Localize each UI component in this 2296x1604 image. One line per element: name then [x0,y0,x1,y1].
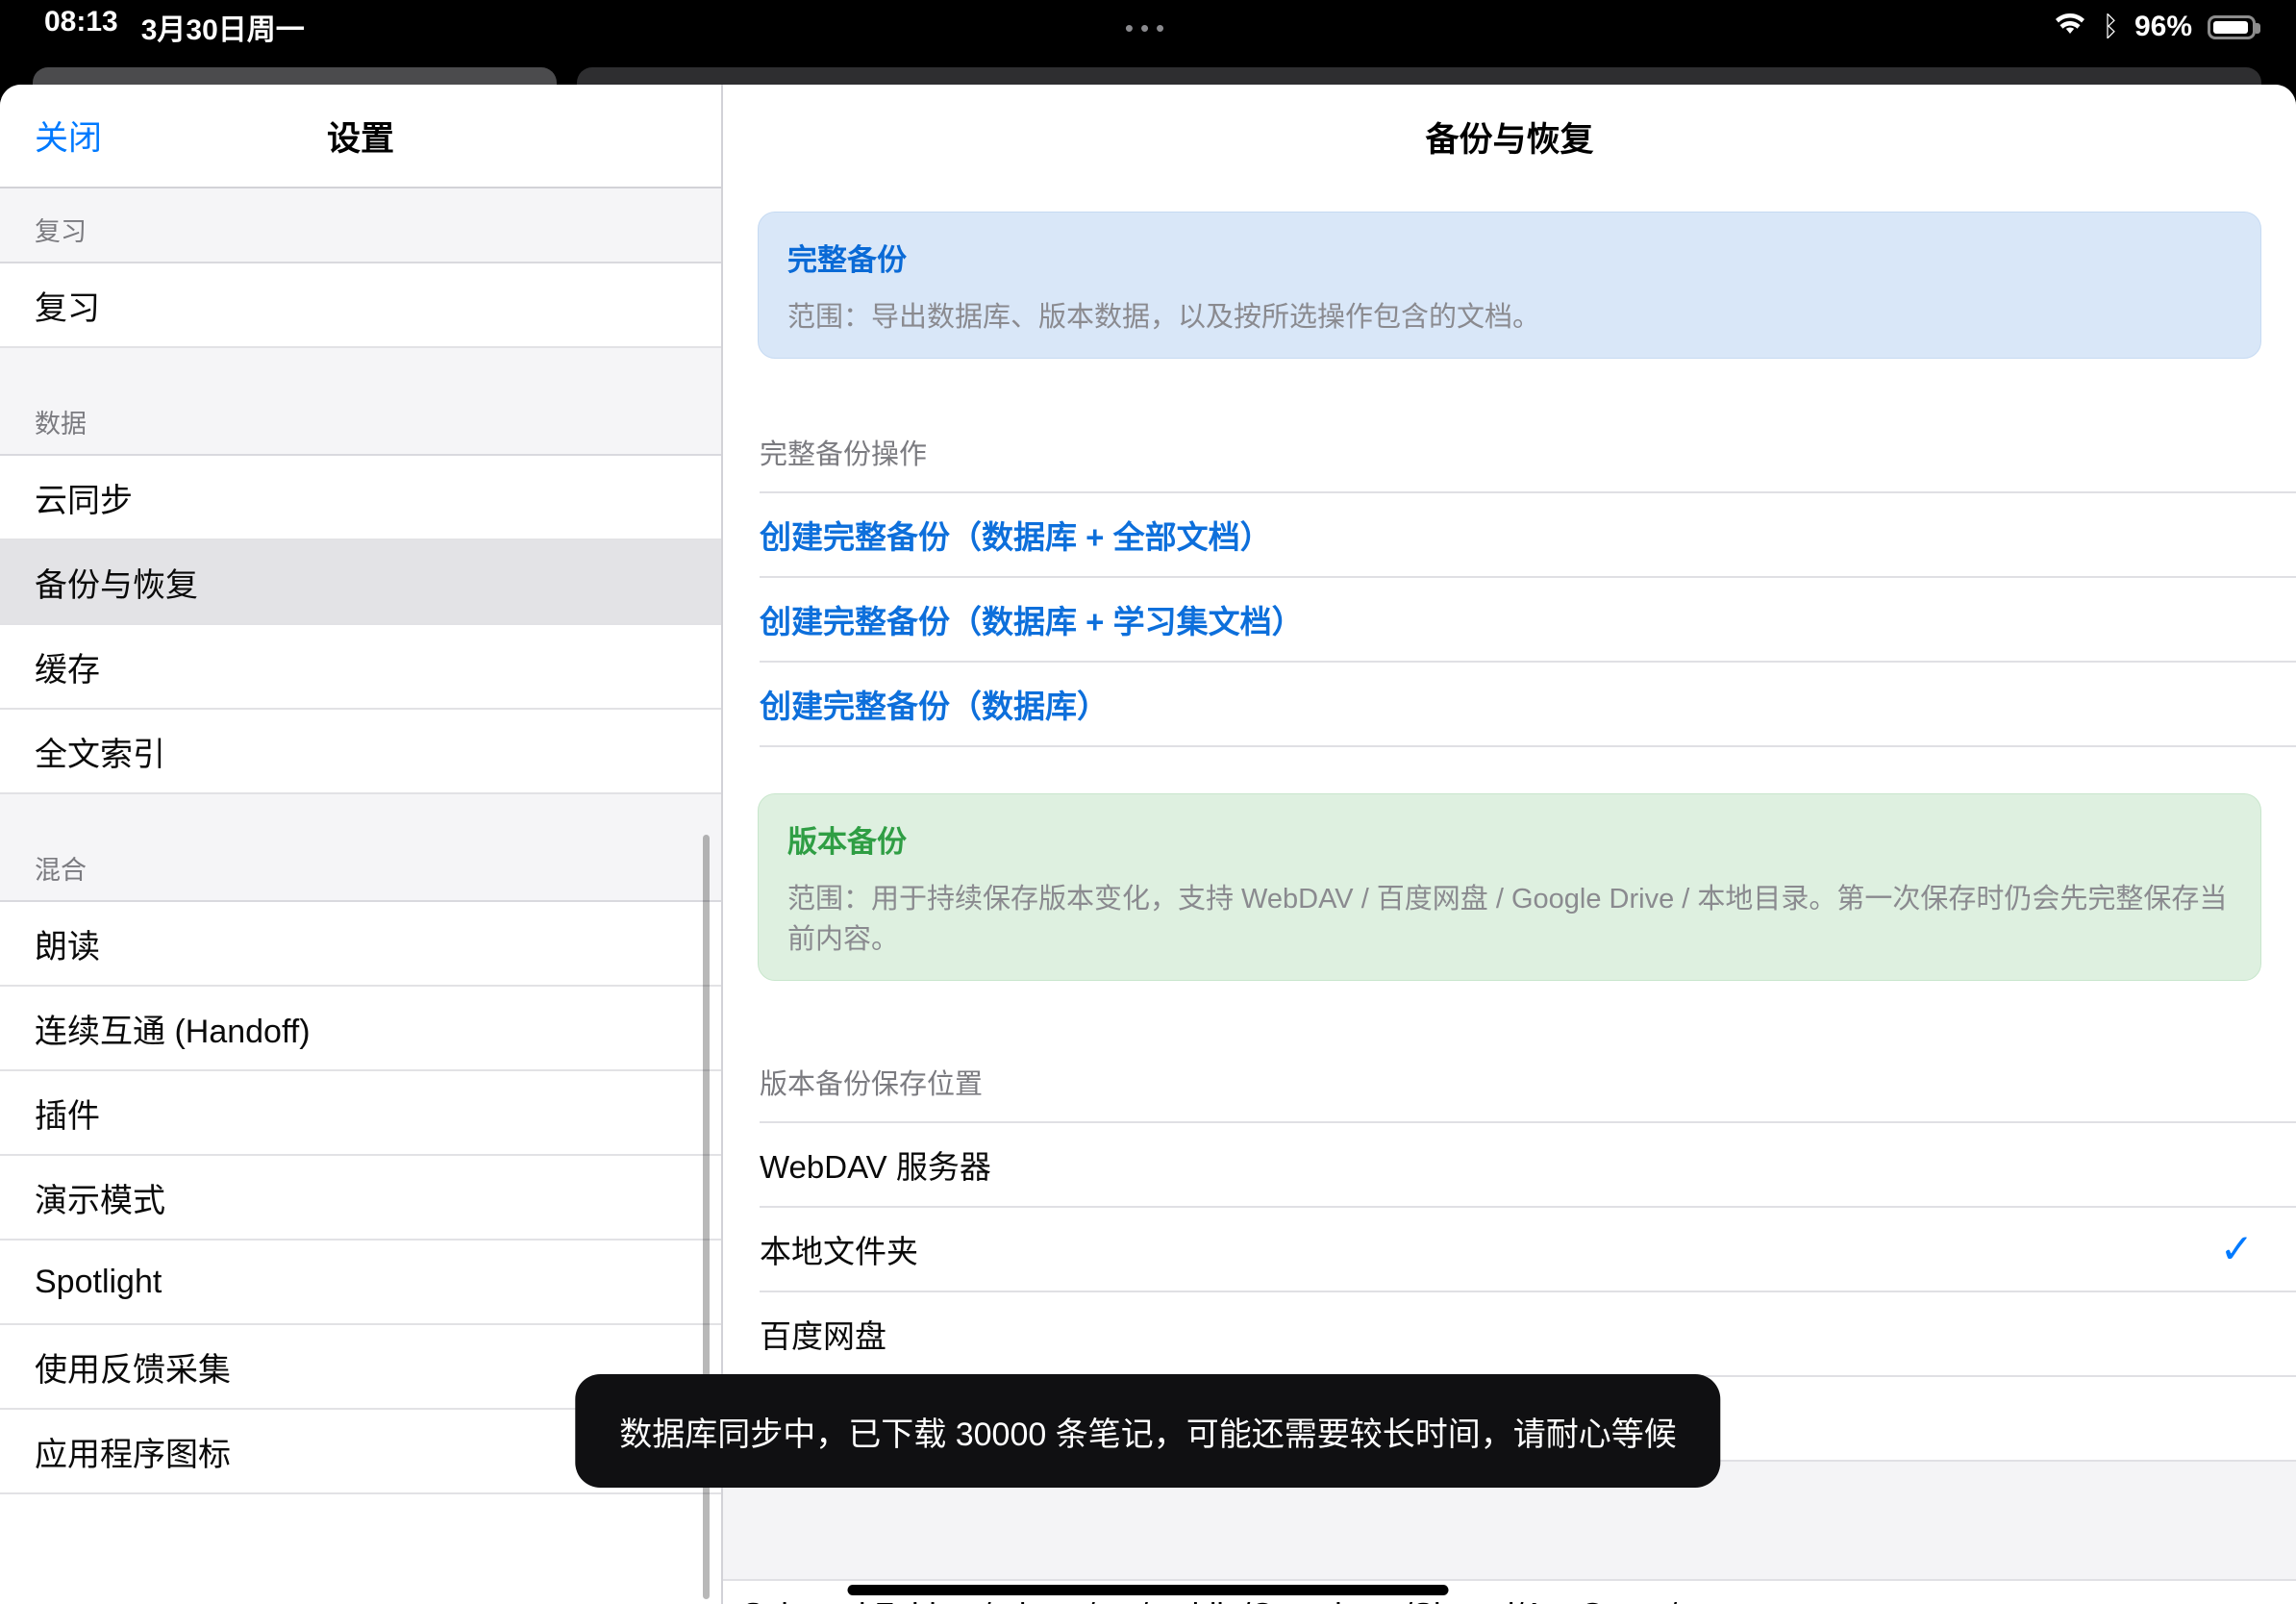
sidebar-group-header: 数据 [0,348,721,456]
sidebar-item-presentation-mode[interactable]: 演示模式 [0,1156,721,1241]
page-title: 备份与恢复 [1425,113,1593,162]
sidebar-groups: 复习复习数据云同步备份与恢复缓存全文索引混合朗读连续互通 (Handoff)插件… [0,188,721,1494]
battery-icon [2208,15,2256,39]
status-time: 08:13 [44,6,118,48]
sidebar-item-label: 演示模式 [35,1174,165,1221]
sidebar-item-label: 应用程序图标 [35,1428,231,1475]
sidebar-item-addons[interactable]: 插件 [0,1071,721,1156]
section-header-version-backup-location: 版本备份保存位置 [760,1062,2261,1102]
backup-location-label: WebDAV 服务器 [760,1141,991,1188]
sidebar-group-header: 混合 [0,794,721,902]
create-full-backup-db-only-button[interactable]: 创建完整备份（数据库） [760,663,2296,747]
backup-location-local-folder[interactable]: 本地文件夹 ✓ [760,1208,2296,1292]
sidebar-item-label: 朗读 [35,920,100,967]
full-backup-card-description: 范围：导出数据库、版本数据，以及按所选操作包含的文档。 [787,294,2232,335]
status-bar: 08:13 3月30日周一 ••• ᛒ 96% [0,0,2296,46]
sidebar-item-label: 全文索引 [35,728,165,775]
sync-progress-toast: 数据库同步中，已下载 30000 条笔记，可能还需要较长时间，请耐心等候 [575,1374,1720,1488]
panel-header: 备份与恢复 [723,85,2296,188]
sidebar-item-label: 使用反馈采集 [35,1343,231,1391]
sidebar-item-cloud-sync[interactable]: 云同步 [0,456,721,540]
sidebar-item-full-text-index[interactable]: 全文索引 [0,710,721,794]
status-date: 3月30日周一 [141,6,305,48]
full-backup-card-title: 完整备份 [787,236,2232,279]
section-header-full-backup-actions: 完整备份操作 [760,432,2261,472]
sidebar-header: 关闭 设置 [0,85,721,188]
wifi-icon [2053,11,2087,44]
status-left: 08:13 3月30日周一 [44,6,305,48]
sidebar-item-label: 缓存 [35,643,100,690]
settings-title: 设置 [327,112,394,161]
multitask-dots-icon[interactable]: ••• [1125,13,1171,43]
version-backup-card-description: 范围：用于持续保存版本变化，支持 WebDAV / 百度网盘 / Google … [787,876,2232,957]
sidebar-item-label: 备份与恢复 [35,559,198,606]
bluetooth-icon: ᛒ [2103,12,2119,43]
sidebar-item-label: 云同步 [35,474,133,521]
sidebar-item-spotlight[interactable]: Spotlight [0,1241,721,1325]
sidebar-item-label: 连续互通 (Handoff) [35,1005,311,1052]
backup-location-label: 本地文件夹 [760,1226,918,1272]
sidebar-item-handoff[interactable]: 连续互通 (Handoff) [0,987,721,1071]
sidebar-item-review[interactable]: 复习 [0,263,721,348]
sidebar-group-header: 复习 [0,188,721,263]
status-right: ᛒ 96% [2053,11,2256,44]
sidebar-item-backup-restore[interactable]: 备份与恢复 [0,540,721,625]
version-backup-info-card: 版本备份 范围：用于持续保存版本变化，支持 WebDAV / 百度网盘 / Go… [758,793,2261,981]
close-button[interactable]: 关闭 [35,112,102,161]
full-backup-info-card: 完整备份 范围：导出数据库、版本数据，以及按所选操作包含的文档。 [758,212,2261,359]
sidebar-item-cache[interactable]: 缓存 [0,625,721,710]
sidebar-item-speech[interactable]: 朗读 [0,902,721,987]
full-backup-actions-list: 创建完整备份（数据库 + 全部文档）创建完整备份（数据库 + 学习集文档）创建完… [760,491,2296,747]
backup-location-webdav[interactable]: WebDAV 服务器 [760,1123,2296,1208]
backup-location-baidu-pan[interactable]: 百度网盘 [760,1292,2296,1377]
backup-location-label: 百度网盘 [760,1311,886,1357]
home-indicator[interactable] [848,1585,1449,1595]
create-full-backup-db-study-docs-button[interactable]: 创建完整备份（数据库 + 学习集文档） [760,578,2296,663]
sidebar-item-label: 复习 [35,282,100,329]
create-full-backup-db-all-docs-button[interactable]: 创建完整备份（数据库 + 全部文档） [760,493,2296,578]
battery-percent: 96% [2134,11,2192,43]
sidebar-item-label: 插件 [35,1090,100,1137]
version-backup-card-title: 版本备份 [787,817,2232,861]
checkmark-icon: ✓ [2220,1229,2254,1269]
sidebar-item-label: Spotlight [35,1264,162,1301]
